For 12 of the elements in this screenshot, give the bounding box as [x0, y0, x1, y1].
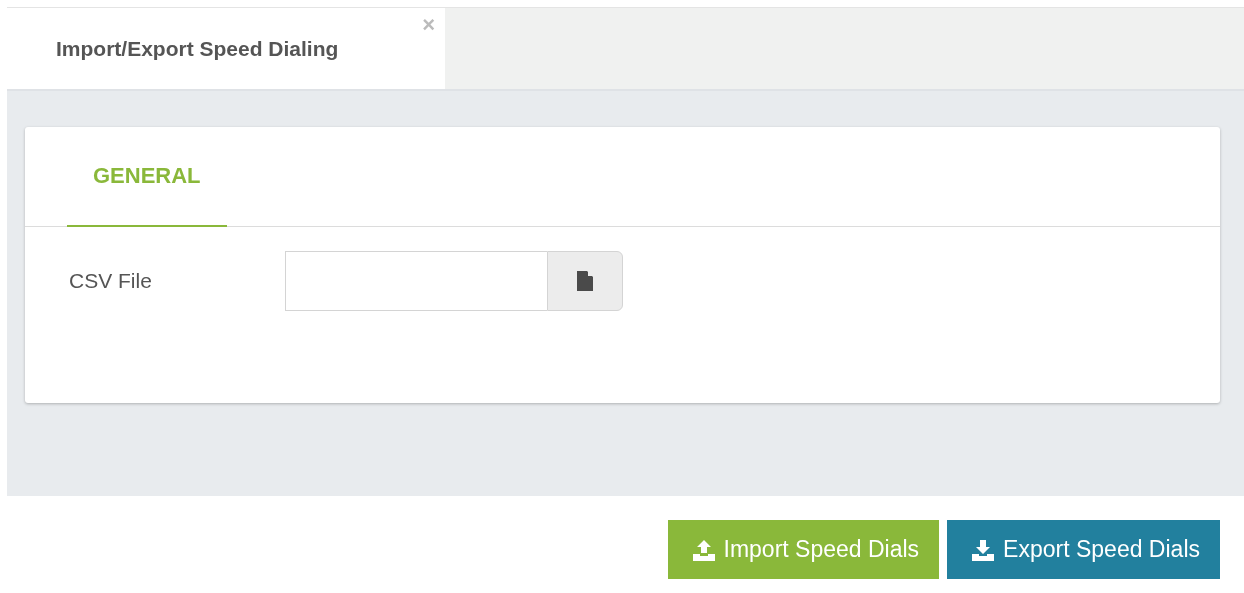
close-button[interactable]: × [422, 14, 435, 36]
file-icon [577, 271, 593, 291]
import-button[interactable]: Import Speed Dials [667, 520, 940, 579]
window-title: Import/Export Speed Dialing [56, 36, 339, 61]
window-tab[interactable]: Import/Export Speed Dialing × [7, 8, 445, 89]
field-label: CSV File [69, 269, 153, 293]
upload-icon [691, 538, 716, 561]
download-icon [971, 538, 996, 561]
export-button[interactable]: Export Speed Dials [947, 520, 1220, 579]
browse-file-button[interactable] [547, 251, 623, 311]
form-tab[interactable]: GENERAL [67, 127, 227, 227]
file-input[interactable] [285, 251, 547, 311]
